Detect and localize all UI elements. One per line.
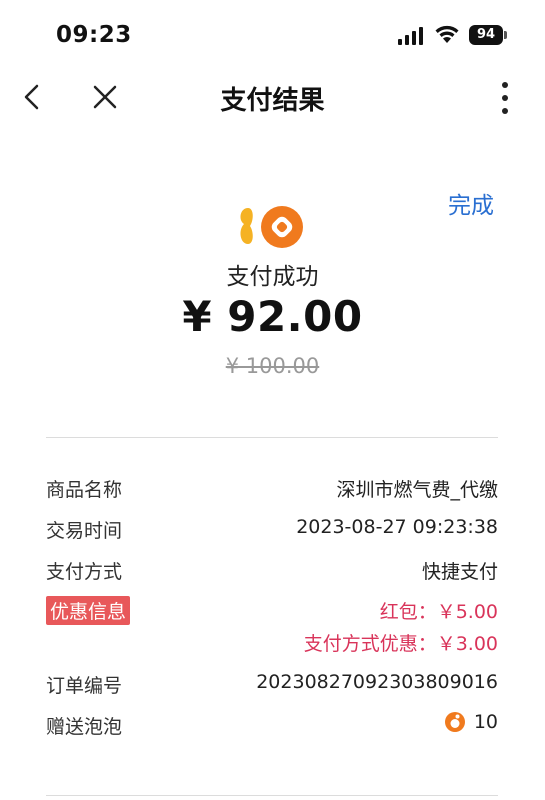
payment-status-text: 支付成功 <box>226 264 319 290</box>
discount-red-packet-value: 红包：￥5.00 <box>379 601 498 623</box>
transaction-time-label: 交易时间 <box>46 520 123 542</box>
status-bar: 09:23 94 <box>0 0 545 70</box>
more-options-icon[interactable] <box>497 78 513 118</box>
payment-method-label: 支付方式 <box>46 561 123 583</box>
product-name-label: 商品名称 <box>46 479 123 501</box>
payment-method-value: 快捷支付 <box>421 561 498 583</box>
product-name-value: 深圳市燃气费_代缴 <box>336 479 498 501</box>
battery-indicator: 94 <box>469 25 507 45</box>
battery-tip <box>504 31 507 39</box>
battery-level: 94 <box>469 25 503 45</box>
discount-info-label: 优惠信息 <box>46 596 131 625</box>
bubble-count: 10 <box>473 711 498 733</box>
bonus-bubbles-label: 赠送泡泡 <box>46 716 123 738</box>
status-time: 09:23 <box>56 22 132 48</box>
bottom-divider <box>46 795 498 796</box>
wifi-icon <box>435 25 459 43</box>
payment-success-logo-icon <box>240 206 303 248</box>
page-title: 支付结果 <box>220 86 325 116</box>
divider <box>46 437 498 438</box>
order-number-value: 20230827092303809016 <box>256 671 498 693</box>
original-amount: ¥ 100.00 <box>225 354 320 378</box>
bonus-bubbles-value: 10 <box>444 711 498 733</box>
discount-payment-method-value: 支付方式优惠：￥3.00 <box>303 633 498 655</box>
cellular-signal-icon <box>398 27 423 45</box>
bubble-icon <box>444 712 465 732</box>
paid-amount: ¥ 92.00 <box>182 292 363 341</box>
transaction-time-value: 2023-08-27 09:23:38 <box>296 516 498 538</box>
order-number-label: 订单编号 <box>46 675 123 697</box>
nav-bar: 支付结果 <box>0 70 545 126</box>
done-button[interactable]: 完成 <box>448 186 494 220</box>
